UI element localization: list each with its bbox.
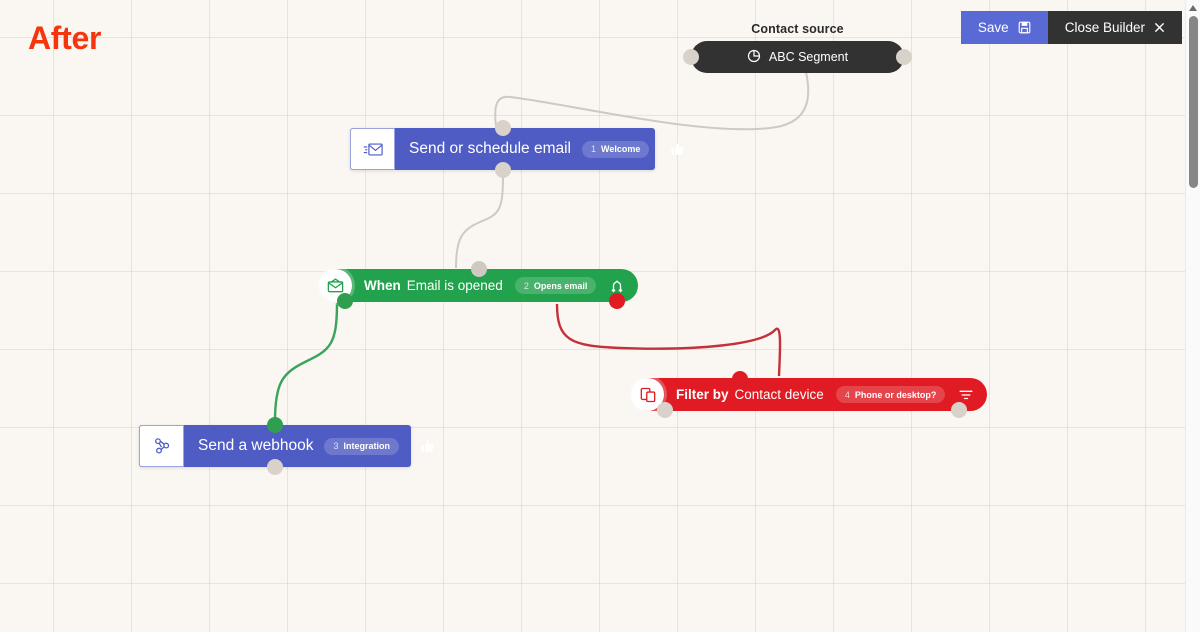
node-send-or-schedule-email[interactable]: Send or schedule email 1 Welcome — [350, 120, 684, 178]
node-email-badge-number: 1 — [591, 144, 597, 154]
close-builder-button[interactable]: Close Builder — [1047, 11, 1182, 44]
node-webhook-body: Send a webhook 3 Integration — [184, 425, 447, 467]
vertical-scrollbar[interactable] — [1185, 0, 1200, 632]
node-webhook-badge: 3 Integration — [324, 437, 399, 455]
node-webhook-handle-bottom[interactable] — [267, 459, 283, 475]
node-email-handle-top[interactable] — [494, 120, 511, 136]
scrollbar-thumb[interactable] — [1189, 16, 1198, 188]
node-webhook-title: Send a webhook — [198, 437, 314, 454]
node-email-title: Send or schedule email — [409, 140, 571, 157]
thumbs-up-icon[interactable] — [660, 142, 685, 157]
close-builder-label: Close Builder — [1064, 20, 1145, 35]
node-trigger-text: When Email is opened — [364, 278, 503, 293]
node-webhook-badge-text: Integration — [343, 441, 391, 451]
workflow-builder: After Save Close Builder Contact source … — [0, 0, 1200, 632]
scroll-up-arrow-icon[interactable] — [1186, 2, 1200, 14]
node-trigger-handle-yes[interactable] — [337, 293, 353, 309]
save-button[interactable]: Save — [960, 11, 1048, 44]
node-filter-by-contact-device[interactable]: Filter by Contact device 4 Phone or desk… — [631, 371, 988, 418]
webhook-icon — [139, 425, 184, 467]
pie-chart-icon — [747, 49, 761, 66]
node-webhook-handle-top[interactable] — [267, 417, 283, 433]
funnel-icon[interactable] — [959, 389, 973, 401]
send-email-icon — [350, 128, 395, 170]
canvas-grid-background — [0, 0, 1200, 632]
node-filter-text: Filter by Contact device — [676, 387, 824, 402]
node-trigger-handle-top[interactable] — [471, 261, 488, 277]
node-trigger-badge: 2 Opens email — [514, 277, 597, 294]
source-handle-right[interactable] — [896, 49, 912, 65]
node-filter-badge-number: 4 — [844, 389, 850, 400]
close-x-icon — [1154, 22, 1165, 33]
node-trigger-badge-text: Opens email — [533, 280, 588, 291]
node-trigger-prefix: When — [364, 278, 401, 293]
contact-source-name: ABC Segment — [768, 50, 849, 64]
contact-source-label: Contact source — [751, 22, 844, 36]
node-filter-handle-left-bottom[interactable] — [657, 402, 673, 418]
node-trigger-badge-number: 2 — [523, 280, 529, 291]
contact-source-block: Contact source ABC Segment — [683, 22, 912, 73]
after-annotation-label: After — [28, 20, 102, 56]
node-when-email-is-opened[interactable]: When Email is opened 2 Opens email — [319, 261, 639, 309]
node-filter-badge: 4 Phone or desktop? — [835, 386, 946, 403]
node-filter-badge-text: Phone or desktop? — [854, 389, 937, 400]
node-filter-title: Contact device — [734, 387, 824, 402]
thumbs-up-icon[interactable] — [410, 439, 435, 454]
save-disk-icon — [1018, 21, 1031, 34]
node-email-handle-bottom[interactable] — [494, 162, 511, 178]
node-email-body: Send or schedule email 1 Welcome — [395, 128, 697, 170]
split-branch-icon[interactable] — [610, 279, 624, 293]
node-trigger-title: Email is opened — [406, 278, 503, 293]
builder-toolbar: Save Close Builder — [960, 11, 1182, 44]
contact-source-node[interactable]: ABC Segment — [683, 41, 912, 73]
node-filter-prefix: Filter by — [676, 387, 729, 402]
source-handle-left[interactable] — [683, 49, 699, 65]
node-email-badge-text: Welcome — [601, 144, 641, 154]
node-webhook-badge-number: 3 — [333, 441, 339, 451]
node-filter-handle-top[interactable] — [731, 371, 748, 387]
node-send-a-webhook[interactable]: Send a webhook 3 Integration — [139, 417, 434, 475]
node-email-badge: 1 Welcome — [582, 140, 650, 158]
save-button-label: Save — [977, 20, 1009, 35]
